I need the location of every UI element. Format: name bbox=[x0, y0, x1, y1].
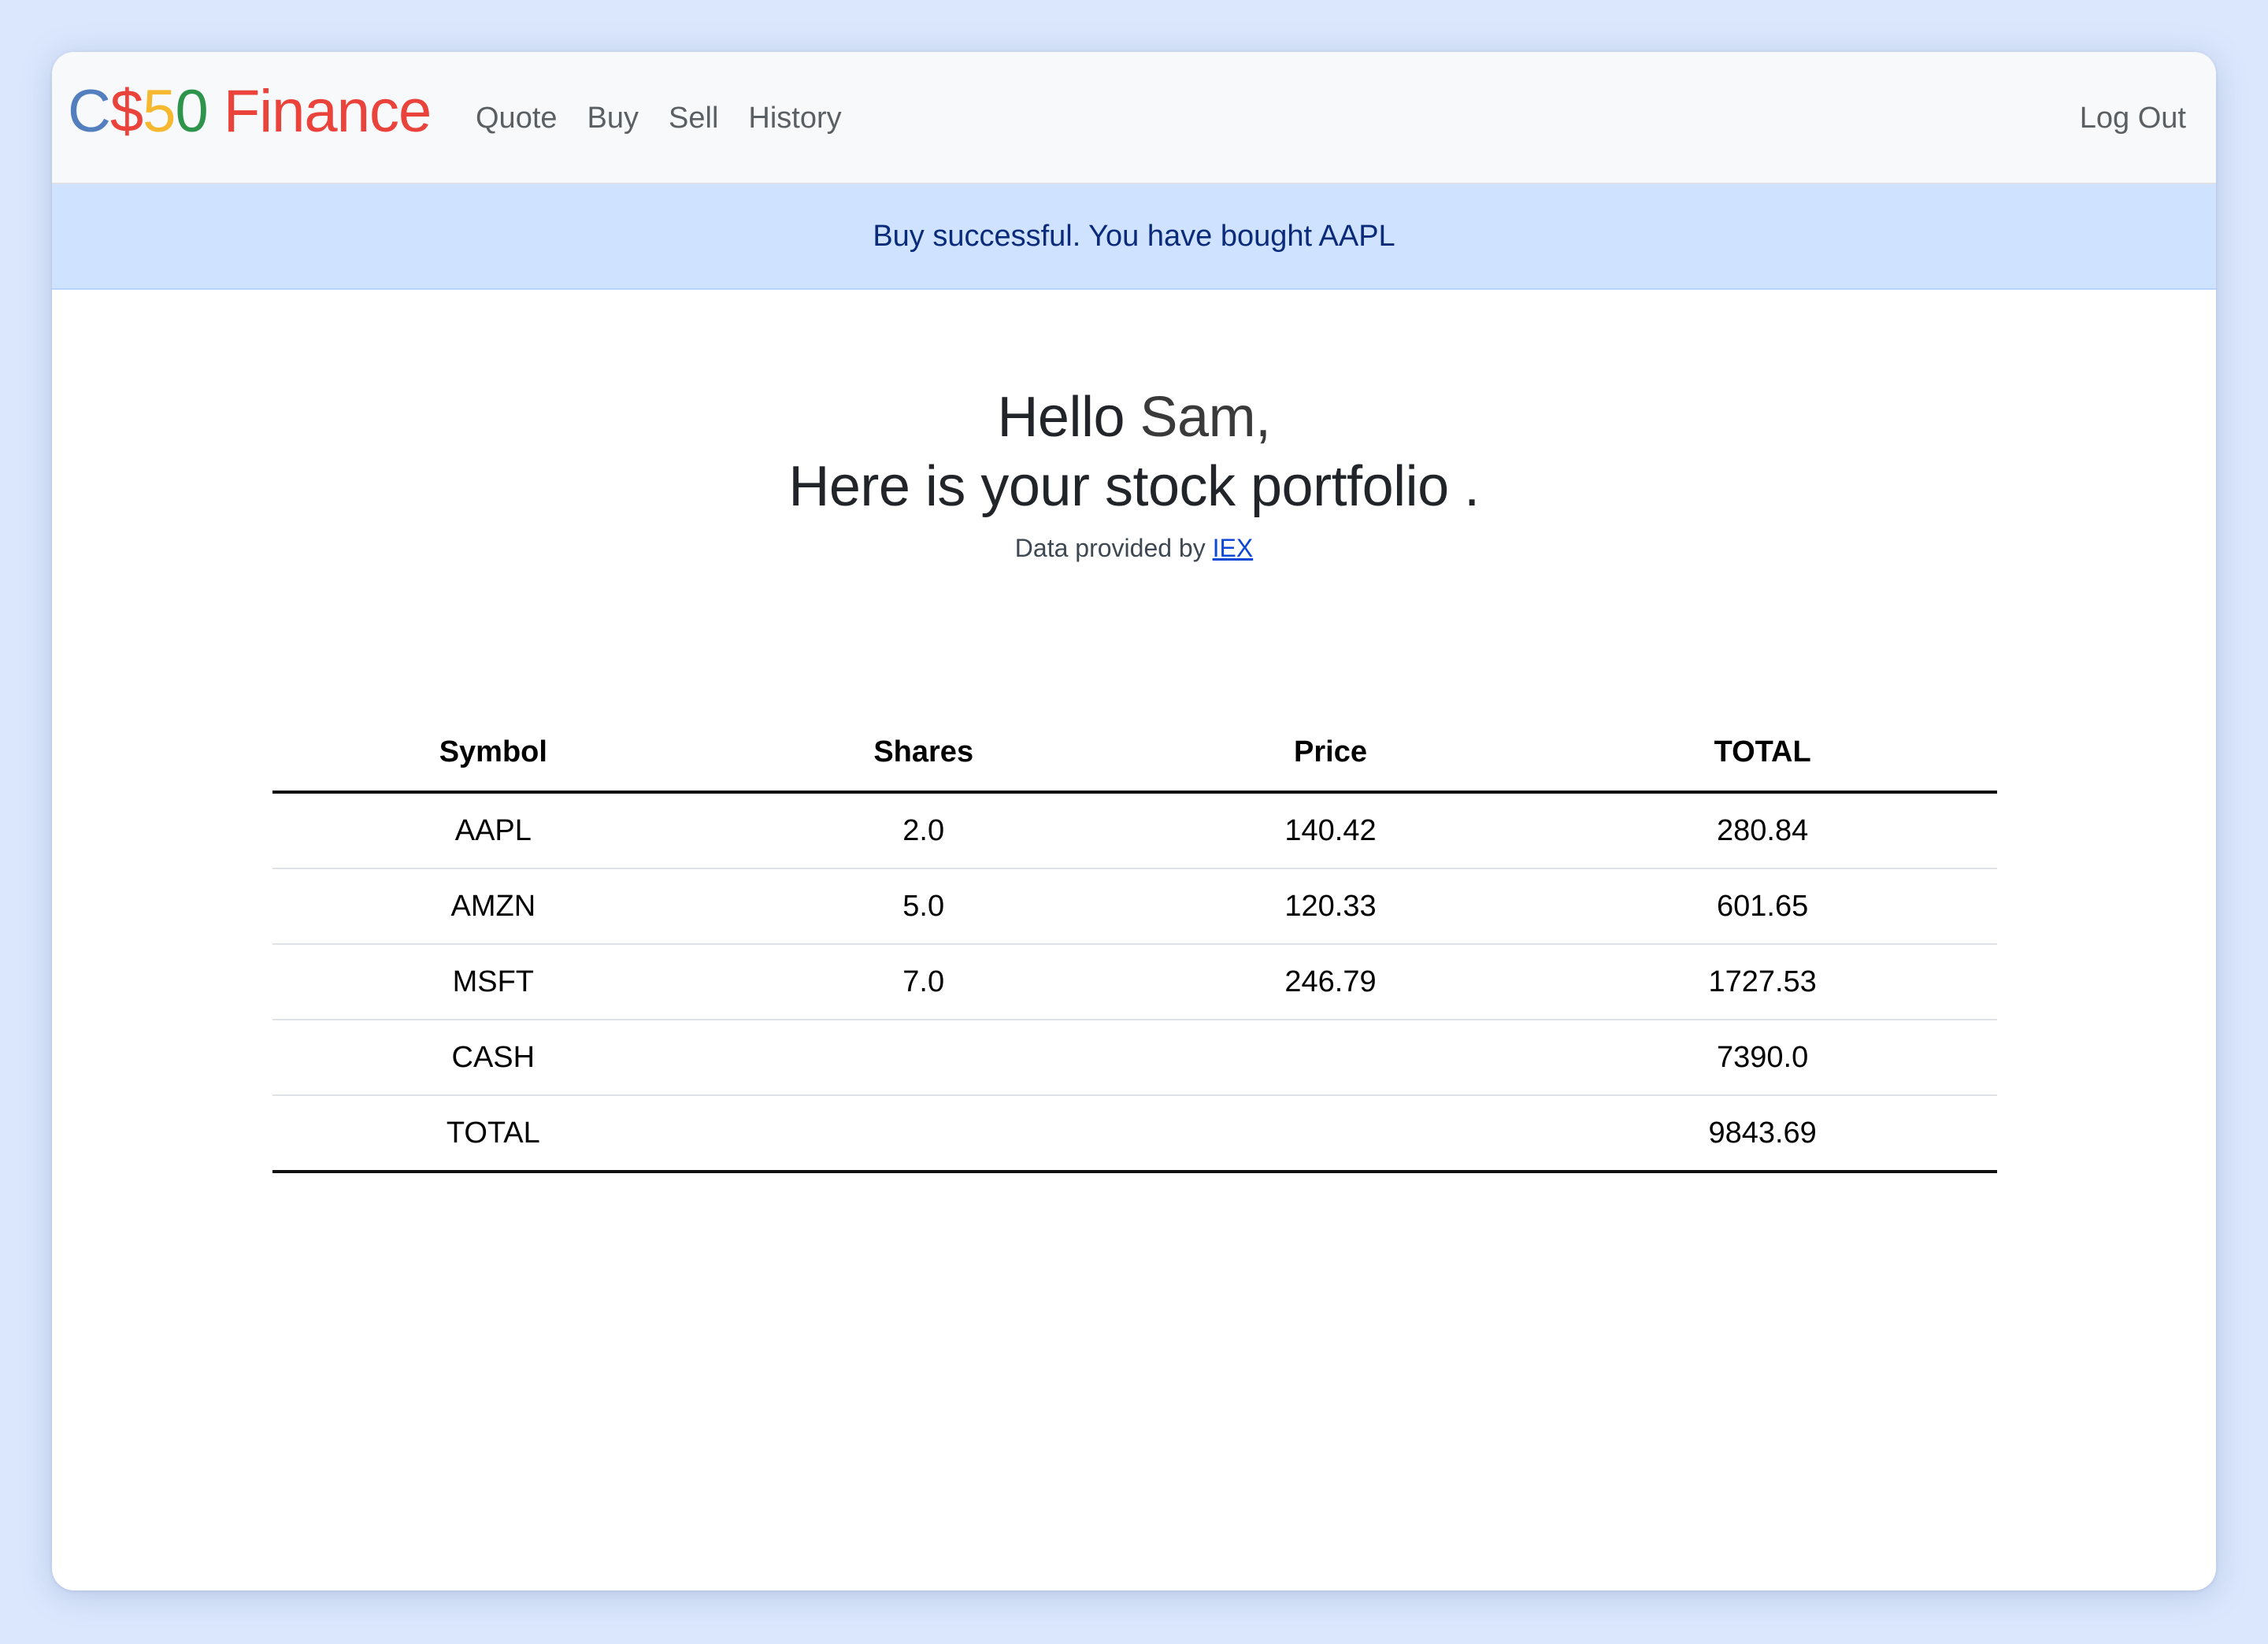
table-row-grand-total: TOTAL 9843.69 bbox=[272, 1095, 1997, 1173]
cell-shares bbox=[713, 1020, 1133, 1096]
data-attribution: Data provided by IEX bbox=[52, 532, 2216, 564]
table-row: MSFT 7.0 246.79 1727.53 bbox=[272, 944, 1997, 1020]
brand-digit-five: 5 bbox=[143, 78, 176, 145]
cell-price: 246.79 bbox=[1132, 944, 1529, 1020]
greeting-title: Hello Sam, bbox=[52, 383, 2216, 452]
brand-dollar: $ bbox=[109, 78, 143, 145]
cell-total: 9843.69 bbox=[1528, 1095, 1997, 1173]
navbar: C$50 Finance Quote Buy Sell History Log … bbox=[52, 52, 2216, 184]
table-row: AAPL 2.0 140.42 280.84 bbox=[272, 792, 1997, 869]
cell-total: 601.65 bbox=[1528, 868, 1997, 945]
table-row: CASH 7390.0 bbox=[272, 1020, 1997, 1096]
iex-link[interactable]: IEX bbox=[1213, 534, 1254, 562]
cell-symbol: CASH bbox=[272, 1020, 714, 1096]
column-header-total: TOTAL bbox=[1528, 713, 1997, 794]
brand-finance: Finance bbox=[223, 78, 432, 145]
cell-shares: 2.0 bbox=[713, 792, 1133, 869]
cell-symbol: AAPL bbox=[272, 792, 714, 869]
nav-link-history[interactable]: History bbox=[748, 102, 841, 135]
brand-letter-c: C bbox=[68, 78, 111, 145]
cell-symbol: MSFT bbox=[272, 944, 714, 1020]
cell-price bbox=[1132, 1020, 1529, 1096]
alert-message: Buy successful. You have bought AAPL bbox=[873, 219, 1395, 253]
column-header-price: Price bbox=[1132, 713, 1529, 794]
cell-price bbox=[1132, 1095, 1529, 1173]
browser-window: C$50 Finance Quote Buy Sell History Log … bbox=[52, 52, 2216, 1590]
logout-link[interactable]: Log Out bbox=[2080, 52, 2186, 184]
cell-symbol: TOTAL bbox=[272, 1095, 714, 1173]
cell-shares: 7.0 bbox=[713, 944, 1133, 1020]
cell-total: 280.84 bbox=[1528, 792, 1997, 869]
nav-link-buy[interactable]: Buy bbox=[587, 102, 639, 135]
nav-link-sell[interactable]: Sell bbox=[669, 102, 718, 135]
table-row: AMZN 5.0 120.33 601.65 bbox=[272, 868, 1997, 945]
cell-shares bbox=[713, 1095, 1133, 1173]
brand-digit-zero: 0 bbox=[175, 78, 208, 145]
greeting-section: Hello Sam, Here is your stock portfolio … bbox=[52, 383, 2216, 564]
cell-total: 7390.0 bbox=[1528, 1020, 1997, 1096]
cell-price: 120.33 bbox=[1132, 868, 1529, 945]
cell-total: 1727.53 bbox=[1528, 944, 1997, 1020]
column-header-symbol: Symbol bbox=[272, 713, 714, 794]
greeting-name: Sam, bbox=[1140, 386, 1272, 449]
portfolio-table: Symbol Shares Price TOTAL AAPL 2.0 140.4… bbox=[272, 713, 1997, 1173]
greeting-hello: Hello bbox=[997, 386, 1140, 449]
cell-shares: 5.0 bbox=[713, 868, 1133, 945]
nav-link-quote[interactable]: Quote bbox=[476, 102, 558, 135]
cell-symbol: AMZN bbox=[272, 868, 714, 945]
success-alert: Buy successful. You have bought AAPL bbox=[52, 184, 2216, 290]
cell-price: 140.42 bbox=[1132, 792, 1529, 869]
attribution-text: Data provided by bbox=[1014, 534, 1213, 562]
table-header-row: Symbol Shares Price TOTAL bbox=[272, 713, 1997, 794]
column-header-shares: Shares bbox=[713, 713, 1133, 794]
brand-logo[interactable]: C$50 Finance bbox=[68, 82, 432, 142]
greeting-subtitle: Here is your stock portfolio . bbox=[788, 455, 1480, 518]
nav-links: Quote Buy Sell History bbox=[476, 52, 872, 184]
